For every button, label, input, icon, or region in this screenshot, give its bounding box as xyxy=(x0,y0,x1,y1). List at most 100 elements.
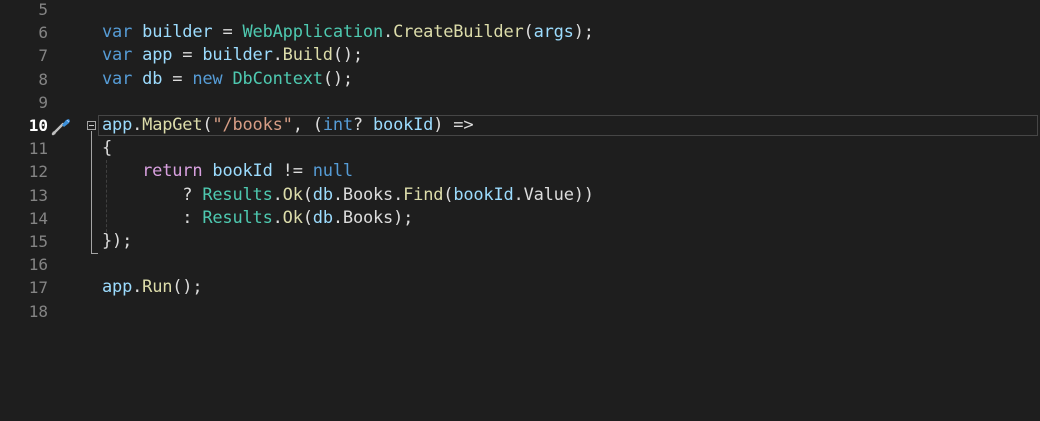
code-token: WebApplication xyxy=(242,22,384,43)
code-token: DbContext xyxy=(232,68,324,89)
line-number: 6 xyxy=(38,23,48,43)
line-code: app.MapGet("/books", (int? bookId) => xyxy=(102,114,474,137)
line-code: return bookId != null xyxy=(102,160,353,183)
code-line[interactable]: 8 var db = new DbContext(); xyxy=(0,68,1040,91)
code-token: { xyxy=(102,138,113,159)
code-token: ( xyxy=(443,184,454,205)
code-token: Find xyxy=(403,184,444,205)
code-token: Run xyxy=(142,277,173,298)
code-token: MapGet xyxy=(142,115,203,135)
code-token: bookId xyxy=(212,161,273,182)
code-line[interactable]: 11 { xyxy=(0,137,1040,160)
code-token: . xyxy=(132,277,143,298)
code-token: . xyxy=(383,22,394,43)
code-token: (); xyxy=(332,45,363,66)
line-code: : Results.Ok(db.Books); xyxy=(102,207,413,230)
line-number: 9 xyxy=(38,92,48,112)
code-line[interactable]: 13 ? Results.Ok(db.Books.Find(bookId.Val… xyxy=(0,184,1040,207)
code-token: bookId xyxy=(453,184,514,205)
code-token: ( xyxy=(202,115,213,135)
code-line[interactable]: 17 app.Run(); xyxy=(0,276,1040,299)
code-token: app xyxy=(142,45,173,66)
code-token: Ok xyxy=(282,207,303,228)
code-line[interactable]: 14 : Results.Ok(db.Books); xyxy=(0,207,1040,230)
code-token: ? xyxy=(352,115,373,135)
code-token: Ok xyxy=(282,184,303,205)
code-line[interactable]: 9 xyxy=(0,91,1040,114)
line-number: 14 xyxy=(28,208,48,228)
code-line[interactable]: 6 var builder = WebApplication.CreateBuil… xyxy=(0,21,1040,44)
code-token: ); xyxy=(573,22,594,43)
code-token: new xyxy=(192,68,223,89)
code-token: app xyxy=(102,277,133,298)
line-code: }); xyxy=(102,230,132,253)
code-token: builder xyxy=(202,45,273,66)
code-token: . xyxy=(272,207,283,228)
code-token: db xyxy=(312,184,333,205)
code-token: ) => xyxy=(433,115,474,135)
code-token: builder xyxy=(142,22,213,43)
code-token: = xyxy=(162,68,193,89)
line-code: var db = new DbContext(); xyxy=(102,68,353,91)
line-number: 11 xyxy=(28,139,48,159)
code-token: int xyxy=(322,115,353,135)
line-code: var builder = WebApplication.CreateBuild… xyxy=(102,21,594,44)
code-line[interactable]: 5 xyxy=(0,0,1040,21)
code-token: Build xyxy=(282,45,333,66)
line-number: 15 xyxy=(28,232,48,251)
code-token: CreateBuilder xyxy=(393,22,524,43)
line-number: 5 xyxy=(38,0,48,19)
code-token: ( xyxy=(302,184,313,205)
code-token: : xyxy=(102,207,203,228)
code-token: ( xyxy=(302,207,313,228)
code-line[interactable]: 7 var app = builder.Build(); xyxy=(0,44,1040,67)
code-token: }); xyxy=(102,231,133,251)
code-token: Books xyxy=(342,184,394,205)
code-token: (); xyxy=(322,68,353,89)
code-token: . xyxy=(332,207,343,228)
code-token: . xyxy=(332,184,343,205)
code-token: . xyxy=(272,45,283,66)
line-code: app.Run(); xyxy=(102,276,203,299)
code-token: Books xyxy=(342,207,394,228)
code-line[interactable]: 16 xyxy=(0,253,1040,276)
code-token: Results xyxy=(202,207,273,228)
line-number: 10 xyxy=(28,116,48,135)
code-token: return xyxy=(142,161,203,182)
line-number: 8 xyxy=(38,69,48,89)
code-token: . xyxy=(272,184,283,205)
line-number: 7 xyxy=(38,46,48,66)
code-token: var xyxy=(102,68,133,89)
line-number: 12 xyxy=(28,162,48,182)
code-token: = xyxy=(212,22,243,43)
code-token: db xyxy=(142,68,163,89)
code-line[interactable]: 12 return bookId != null xyxy=(0,160,1040,183)
line-number: 17 xyxy=(28,278,48,298)
code-token: . xyxy=(132,115,143,135)
code-token: db xyxy=(312,207,333,228)
code-line[interactable]: 15}); xyxy=(0,230,1040,253)
code-token: ? xyxy=(102,184,203,205)
code-token: = xyxy=(172,45,203,66)
code-token: var xyxy=(102,22,133,43)
line-code: { xyxy=(102,137,112,160)
line-number: 18 xyxy=(28,301,48,321)
line-number: 13 xyxy=(28,185,48,205)
line-number: 16 xyxy=(28,255,48,275)
code-token: Results xyxy=(202,184,273,205)
code-token: app xyxy=(102,115,133,135)
line-code: var app = builder.Build(); xyxy=(102,44,363,67)
code-editor[interactable]: 5 6 var builder = WebApplication.CreateBui… xyxy=(0,0,1040,421)
code-token: ( xyxy=(523,22,534,43)
code-line[interactable]: 18 xyxy=(0,300,1040,323)
code-token: args xyxy=(533,22,574,43)
line-code: ? Results.Ok(db.Books.Find(bookId.Value)… xyxy=(102,184,594,207)
code-line[interactable]: 10 app.MapGet("/books", (int? bookId) => xyxy=(0,114,1040,137)
code-token: ); xyxy=(393,207,414,228)
code-token: != xyxy=(272,161,313,182)
code-token: "/books" xyxy=(212,115,293,135)
